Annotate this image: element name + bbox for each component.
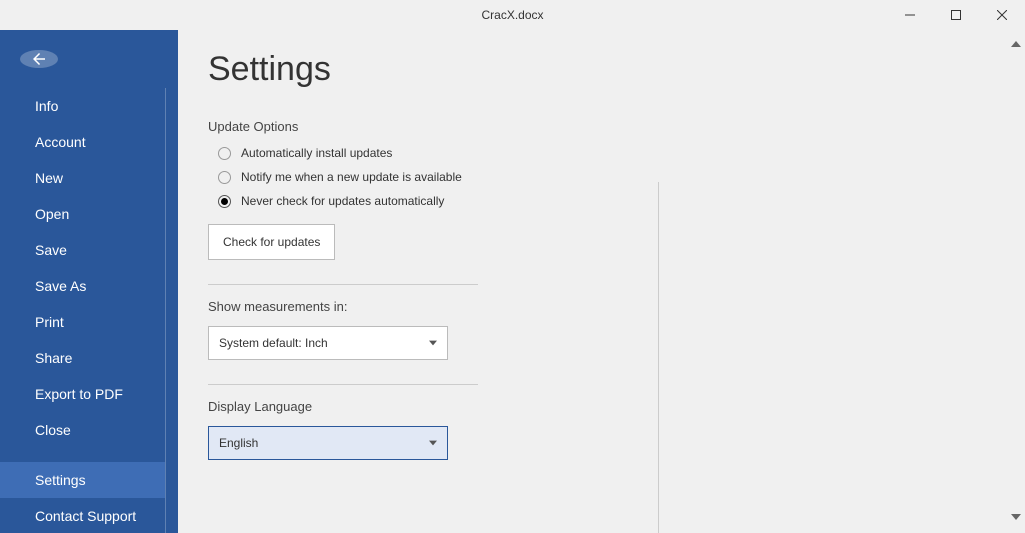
sidebar-item-open[interactable]: Open: [0, 196, 165, 232]
titlebar: CracX.docx: [0, 0, 1025, 30]
scrollbar[interactable]: [1007, 36, 1025, 527]
window-controls: [887, 0, 1025, 30]
language-value: English: [219, 436, 258, 450]
maximize-button[interactable]: [933, 0, 979, 30]
sidebar-item-share[interactable]: Share: [0, 340, 165, 376]
scroll-up-icon[interactable]: [1011, 36, 1021, 54]
back-button[interactable]: [20, 50, 58, 68]
window-title: CracX.docx: [481, 8, 543, 22]
divider: [208, 384, 478, 385]
check-for-updates-button[interactable]: Check for updates: [208, 224, 335, 260]
language-select[interactable]: English: [208, 426, 448, 460]
measurements-select[interactable]: System default: Inch: [208, 326, 448, 360]
sidebar-item-print[interactable]: Print: [0, 304, 165, 340]
update-option-never[interactable]: Never check for updates automatically: [218, 194, 478, 208]
update-option-auto-install[interactable]: Automatically install updates: [218, 146, 478, 160]
radio-icon: [218, 195, 231, 208]
chevron-down-icon: [429, 336, 437, 350]
update-option-notify[interactable]: Notify me when a new update is available: [218, 170, 478, 184]
sidebar-list: Info Account New Open Save Save As Print…: [0, 88, 166, 533]
sidebar-item-save[interactable]: Save: [0, 232, 165, 268]
radio-icon: [218, 171, 231, 184]
chevron-down-icon: [429, 436, 437, 450]
language-heading: Display Language: [208, 399, 478, 414]
main-panel: Settings Update Options Automatically in…: [178, 30, 1025, 533]
update-options-heading: Update Options: [208, 119, 478, 134]
measurements-heading: Show measurements in:: [208, 299, 478, 314]
sidebar-item-save-as[interactable]: Save As: [0, 268, 165, 304]
update-option-label: Automatically install updates: [241, 146, 392, 160]
update-option-label: Never check for updates automatically: [241, 194, 444, 208]
radio-icon: [218, 147, 231, 160]
update-option-label: Notify me when a new update is available: [241, 170, 462, 184]
divider: [208, 284, 478, 285]
sidebar-item-export-pdf[interactable]: Export to PDF: [0, 376, 165, 412]
close-button[interactable]: [979, 0, 1025, 30]
sidebar-item-settings[interactable]: Settings: [0, 462, 165, 498]
page-title: Settings: [208, 50, 995, 89]
settings-column: Update Options Automatically install upd…: [208, 119, 478, 460]
sidebar-item-new[interactable]: New: [0, 160, 165, 196]
sidebar-item-contact-support[interactable]: Contact Support: [0, 498, 165, 533]
sidebar-item-info[interactable]: Info: [0, 88, 165, 124]
sidebar-item-account[interactable]: Account: [0, 124, 165, 160]
sidebar-item-close[interactable]: Close: [0, 412, 165, 448]
minimize-button[interactable]: [887, 0, 933, 30]
scroll-down-icon[interactable]: [1011, 509, 1021, 527]
vertical-divider: [658, 182, 659, 533]
measurements-value: System default: Inch: [219, 336, 328, 350]
sidebar: Info Account New Open Save Save As Print…: [0, 30, 178, 533]
